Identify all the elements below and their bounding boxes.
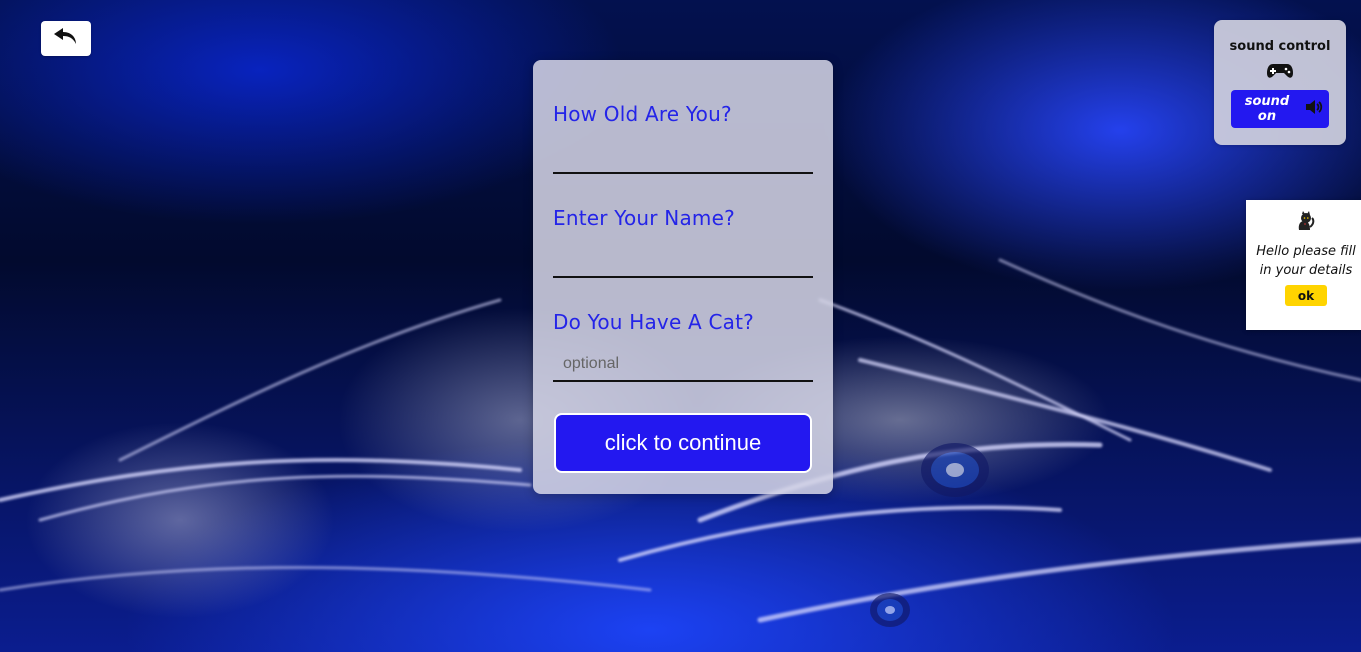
- gamepad-icon: [1266, 59, 1294, 81]
- undo-arrow-icon: [52, 26, 80, 51]
- sound-control-title: sound control: [1229, 39, 1331, 54]
- helper-message-text: Hello please fill in your details: [1256, 244, 1356, 278]
- helper-message-box: Hello please fill in your details ok: [1246, 200, 1361, 330]
- details-form-card: How Old Are You? Enter Your Name? Do You…: [533, 60, 833, 494]
- cat-icon: [1294, 210, 1316, 232]
- sound-control-panel: sound control sound on: [1214, 20, 1346, 145]
- cat-question-label: Do You Have A Cat?: [553, 310, 754, 334]
- name-label: Enter Your Name?: [553, 206, 735, 230]
- age-input[interactable]: [553, 140, 813, 174]
- sound-toggle-button[interactable]: sound on: [1231, 90, 1329, 128]
- speaker-icon: [1305, 99, 1323, 119]
- age-label: How Old Are You?: [553, 102, 732, 126]
- sound-status-label: sound on: [1244, 94, 1290, 124]
- continue-button[interactable]: click to continue: [554, 413, 812, 473]
- back-button[interactable]: [41, 21, 91, 56]
- cat-input[interactable]: [553, 348, 813, 382]
- name-input[interactable]: [553, 244, 813, 278]
- ok-button[interactable]: ok: [1285, 285, 1327, 306]
